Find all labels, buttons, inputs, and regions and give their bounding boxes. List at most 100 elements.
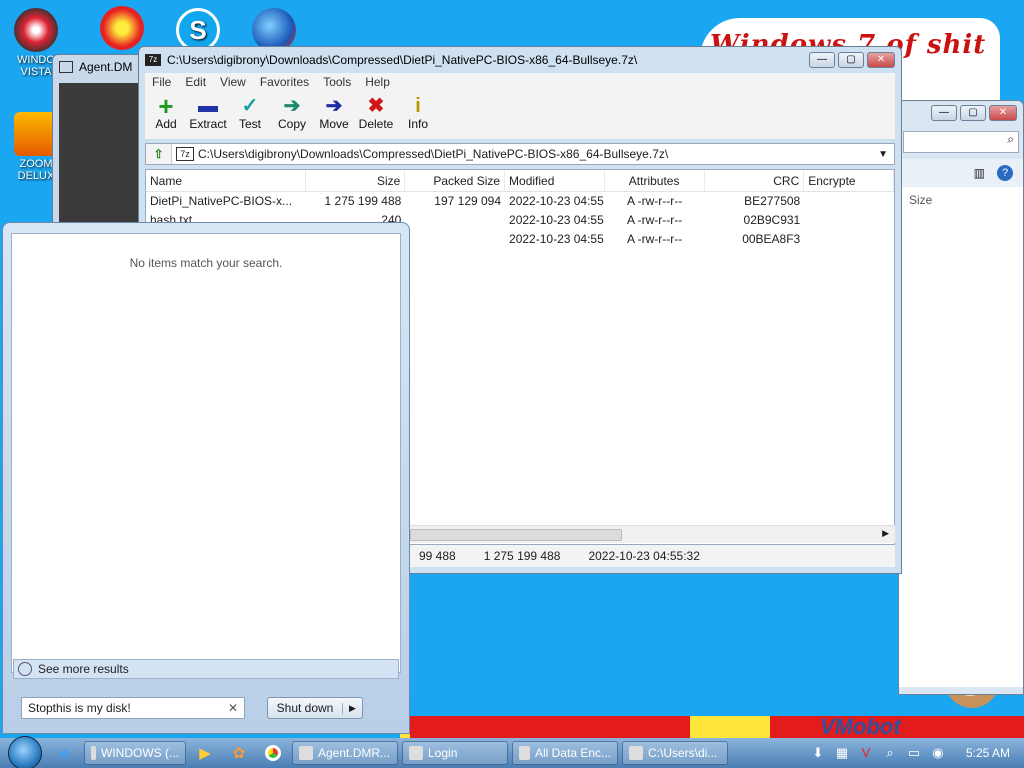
extract-button[interactable]: ▬ Extract xyxy=(187,91,229,139)
shutdown-button[interactable]: Shut down ▶ xyxy=(267,697,363,719)
explorer-window[interactable]: — ▢ ✕ ⌕ ▥ ? Size xyxy=(898,100,1024,695)
delete-button[interactable]: ✖ Delete xyxy=(355,91,397,139)
chevron-down-icon[interactable]: ▼ xyxy=(878,149,888,160)
menu-edit[interactable]: Edit xyxy=(178,75,213,89)
column-name[interactable]: Name xyxy=(146,170,306,191)
explorer-list[interactable]: Size xyxy=(899,187,1023,687)
file-packed-size xyxy=(405,230,505,249)
tray-arrow-icon[interactable]: ⬇ xyxy=(809,744,827,762)
task-app-icon xyxy=(91,746,96,760)
search-icon: ⌕ xyxy=(1007,132,1014,146)
address-path: C:\Users\digibrony\Downloads\Compressed\… xyxy=(198,147,669,161)
search-input-value: Stopthis is my disk! xyxy=(28,701,131,715)
maximize-button[interactable]: ▢ xyxy=(960,105,986,121)
move-button[interactable]: ➔ Move xyxy=(313,91,355,139)
info-button[interactable]: i Info xyxy=(397,91,439,139)
close-button[interactable]: ✕ xyxy=(867,52,895,68)
file-crc: 00BEA8F3 xyxy=(742,232,801,246)
test-button[interactable]: ✓ Test xyxy=(229,91,271,139)
column-packed-size[interactable]: Packed Size xyxy=(405,170,506,191)
start-menu[interactable]: No items match your search. See more res… xyxy=(2,222,410,734)
column-crc[interactable]: CRC xyxy=(705,170,805,191)
paint-icon[interactable]: ✿ xyxy=(226,742,252,764)
column-encrypted[interactable]: Encrypte xyxy=(804,170,894,191)
scrollbar-thumb[interactable] xyxy=(410,529,622,541)
menu-favorites[interactable]: Favorites xyxy=(253,75,316,89)
see-more-results-link[interactable]: See more results xyxy=(13,659,399,679)
task-label: Login xyxy=(428,746,458,760)
column-modified[interactable]: Modified xyxy=(505,170,605,191)
menu-view[interactable]: View xyxy=(213,75,253,89)
test-icon: ✓ xyxy=(241,95,259,117)
tray-volume-icon[interactable]: ◉ xyxy=(929,744,947,762)
minimize-button[interactable]: — xyxy=(931,105,957,121)
file-modified: 2022-10-23 04:55 xyxy=(509,232,604,246)
menu-bar: File Edit View Favorites Tools Help xyxy=(145,73,895,91)
media-player-icon[interactable]: ▶ xyxy=(192,742,218,764)
file-encrypted xyxy=(804,211,894,230)
task-label: Agent.DMR... xyxy=(318,746,391,760)
clear-search-icon[interactable]: ✕ xyxy=(228,701,238,715)
file-packed-size: 197 129 094 xyxy=(434,194,502,208)
minimize-button[interactable]: — xyxy=(809,52,835,68)
p-app-icon xyxy=(100,6,144,50)
archive-icon: 7z xyxy=(176,147,194,161)
task-app-icon xyxy=(519,746,530,760)
taskbar-task-agent[interactable]: Agent.DMR... xyxy=(292,741,398,765)
status-modified: 2022-10-23 04:55:32 xyxy=(588,549,700,563)
menu-help[interactable]: Help xyxy=(358,75,397,89)
file-modified: 2022-10-23 04:55 xyxy=(509,194,604,208)
clock[interactable]: 5:25 AM xyxy=(966,746,1010,760)
menu-file[interactable]: File xyxy=(145,75,178,89)
maximize-button[interactable]: ▢ xyxy=(838,52,864,68)
task-app-icon xyxy=(629,746,643,760)
search-results-panel: No items match your search. xyxy=(11,233,401,673)
tray-display-icon[interactable]: ▭ xyxy=(905,744,923,762)
address-bar[interactable]: ⇧ 7z C:\Users\digibrony\Downloads\Compre… xyxy=(145,143,895,165)
column-attributes[interactable]: Attributes xyxy=(605,170,705,191)
pane-icon[interactable]: ▥ xyxy=(974,166,985,180)
taskbar-task-all-data[interactable]: All Data Enc... xyxy=(512,741,618,765)
task-app-icon xyxy=(409,746,423,760)
task-app-icon xyxy=(299,746,313,760)
file-attributes: A -rw-r--r-- xyxy=(626,194,683,208)
file-encrypted xyxy=(804,192,894,211)
taskbar-task-sevenzip[interactable]: C:\Users\di... xyxy=(622,741,728,765)
table-row[interactable]: DietPi_NativePC-BIOS-x... 1 275 199 488 … xyxy=(146,192,894,211)
taskbar-task-login[interactable]: Login xyxy=(402,741,508,765)
up-folder-icon[interactable]: ⇧ xyxy=(146,144,172,164)
file-size: 1 275 199 488 xyxy=(324,194,402,208)
start-button[interactable] xyxy=(8,736,42,768)
column-size[interactable]: Size xyxy=(909,193,932,207)
task-label: WINDOWS (... xyxy=(101,746,179,760)
file-crc: BE277508 xyxy=(744,194,801,208)
taskbar: e WINDOWS (... ▶ ✿ Agent.DMR... Login Al… xyxy=(0,736,1024,768)
add-icon: + xyxy=(158,91,174,121)
tray-search-icon[interactable]: ⌕ xyxy=(881,744,899,762)
shutdown-label: Shut down xyxy=(276,701,334,715)
no-results-message: No items match your search. xyxy=(129,256,283,270)
see-more-label: See more results xyxy=(38,662,129,676)
start-search-input[interactable]: Stopthis is my disk! ✕ xyxy=(21,697,245,719)
file-attributes: A -rw-r--r-- xyxy=(626,232,683,246)
column-size[interactable]: Size xyxy=(306,170,406,191)
taskbar-task-windows[interactable]: WINDOWS (... xyxy=(84,741,186,765)
add-button[interactable]: + Add xyxy=(145,91,187,139)
window-title: Agent.DM xyxy=(79,60,133,74)
close-button[interactable]: ✕ xyxy=(989,105,1017,121)
task-label: C:\Users\di... xyxy=(648,746,718,760)
menu-tools[interactable]: Tools xyxy=(316,75,358,89)
copy-button[interactable]: ➔ Copy xyxy=(271,91,313,139)
vista-icon xyxy=(14,8,58,52)
chrome-icon[interactable] xyxy=(260,742,286,764)
scroll-right-icon[interactable]: ▶ xyxy=(882,528,889,539)
system-tray: ⬇ ▦ V ⌕ ▭ ◉ xyxy=(806,744,950,762)
explorer-search-box[interactable]: ⌕ xyxy=(903,131,1019,153)
tray-network-icon[interactable]: ▦ xyxy=(833,744,851,762)
vmobot-text: VMobot xyxy=(820,714,901,739)
help-icon[interactable]: ? xyxy=(997,165,1013,181)
shutdown-options-arrow-icon[interactable]: ▶ xyxy=(342,702,362,714)
tray-v-icon[interactable]: V xyxy=(857,744,875,762)
status-selected-size: 99 488 xyxy=(419,549,456,563)
internet-explorer-icon[interactable]: e xyxy=(52,742,78,764)
